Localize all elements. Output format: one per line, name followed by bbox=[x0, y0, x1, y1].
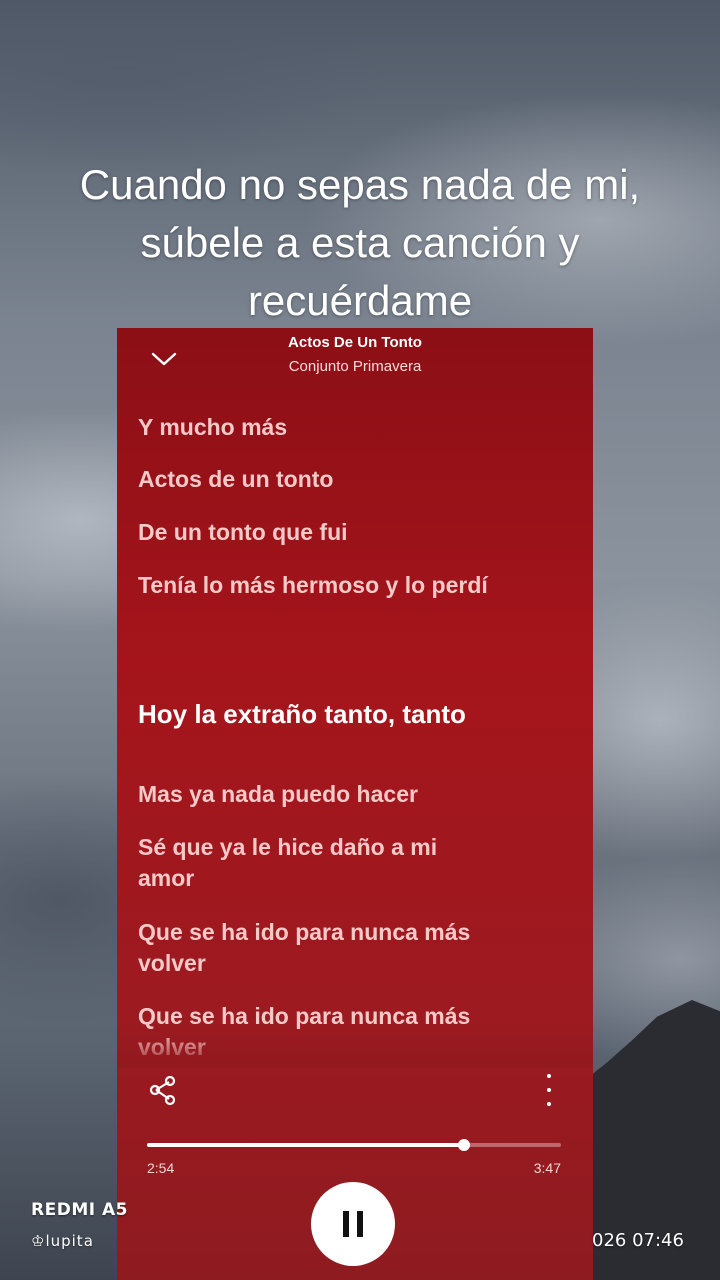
pause-icon bbox=[343, 1211, 349, 1237]
progress-fill bbox=[147, 1143, 465, 1147]
pause-button[interactable] bbox=[311, 1182, 395, 1266]
lyric-line[interactable]: Y mucho más bbox=[138, 412, 528, 443]
controls-row bbox=[117, 1070, 593, 1110]
progress-knob[interactable] bbox=[458, 1139, 471, 1151]
lyrics-list[interactable]: Y mucho más Actos de un tonto De un tont… bbox=[138, 406, 528, 1056]
lyric-line[interactable]: Actos de un tonto bbox=[138, 464, 528, 495]
user-watermark: ♔lupita bbox=[31, 1232, 94, 1250]
more-vertical-icon[interactable] bbox=[539, 1074, 559, 1106]
lyric-line-active[interactable]: Hoy la extraño tanto, tanto bbox=[138, 699, 528, 730]
player-header: Actos De Un Tonto Conjunto Primavera bbox=[117, 328, 593, 390]
lyric-line[interactable]: Mas ya nada puedo hacer bbox=[138, 779, 528, 810]
lyric-line[interactable]: Que se ha ido para nunca más volver bbox=[138, 917, 498, 979]
song-title: Actos De Un Tonto bbox=[288, 334, 422, 351]
elapsed-time: 2:54 bbox=[147, 1160, 175, 1176]
song-artist: Conjunto Primavera bbox=[288, 358, 422, 375]
share-icon[interactable] bbox=[145, 1072, 181, 1108]
lyric-line[interactable]: De un tonto que fui bbox=[138, 517, 528, 548]
total-time: 3:47 bbox=[533, 1160, 561, 1176]
lyrics-fade bbox=[117, 1028, 593, 1068]
lyrics-player-card: Actos De Un Tonto Conjunto Primavera Y m… bbox=[117, 328, 593, 1280]
caption-line-3: recuérdame bbox=[247, 277, 473, 324]
device-watermark: REDMI A5 bbox=[31, 1200, 128, 1220]
lyric-line[interactable]: Tenía lo más hermoso y lo perdí bbox=[138, 570, 528, 601]
lyric-line[interactable]: Sé que ya le hice daño a mi amor bbox=[138, 832, 458, 894]
datetime-watermark: 026 07:46 bbox=[592, 1230, 684, 1251]
caption-line-2: súbele a esta canción y bbox=[140, 219, 580, 266]
overlay-caption: Cuando no sepas nada de mi, súbele a est… bbox=[0, 156, 720, 330]
progress-bar[interactable] bbox=[147, 1139, 561, 1151]
caption-line-1: Cuando no sepas nada de mi, bbox=[79, 161, 641, 208]
